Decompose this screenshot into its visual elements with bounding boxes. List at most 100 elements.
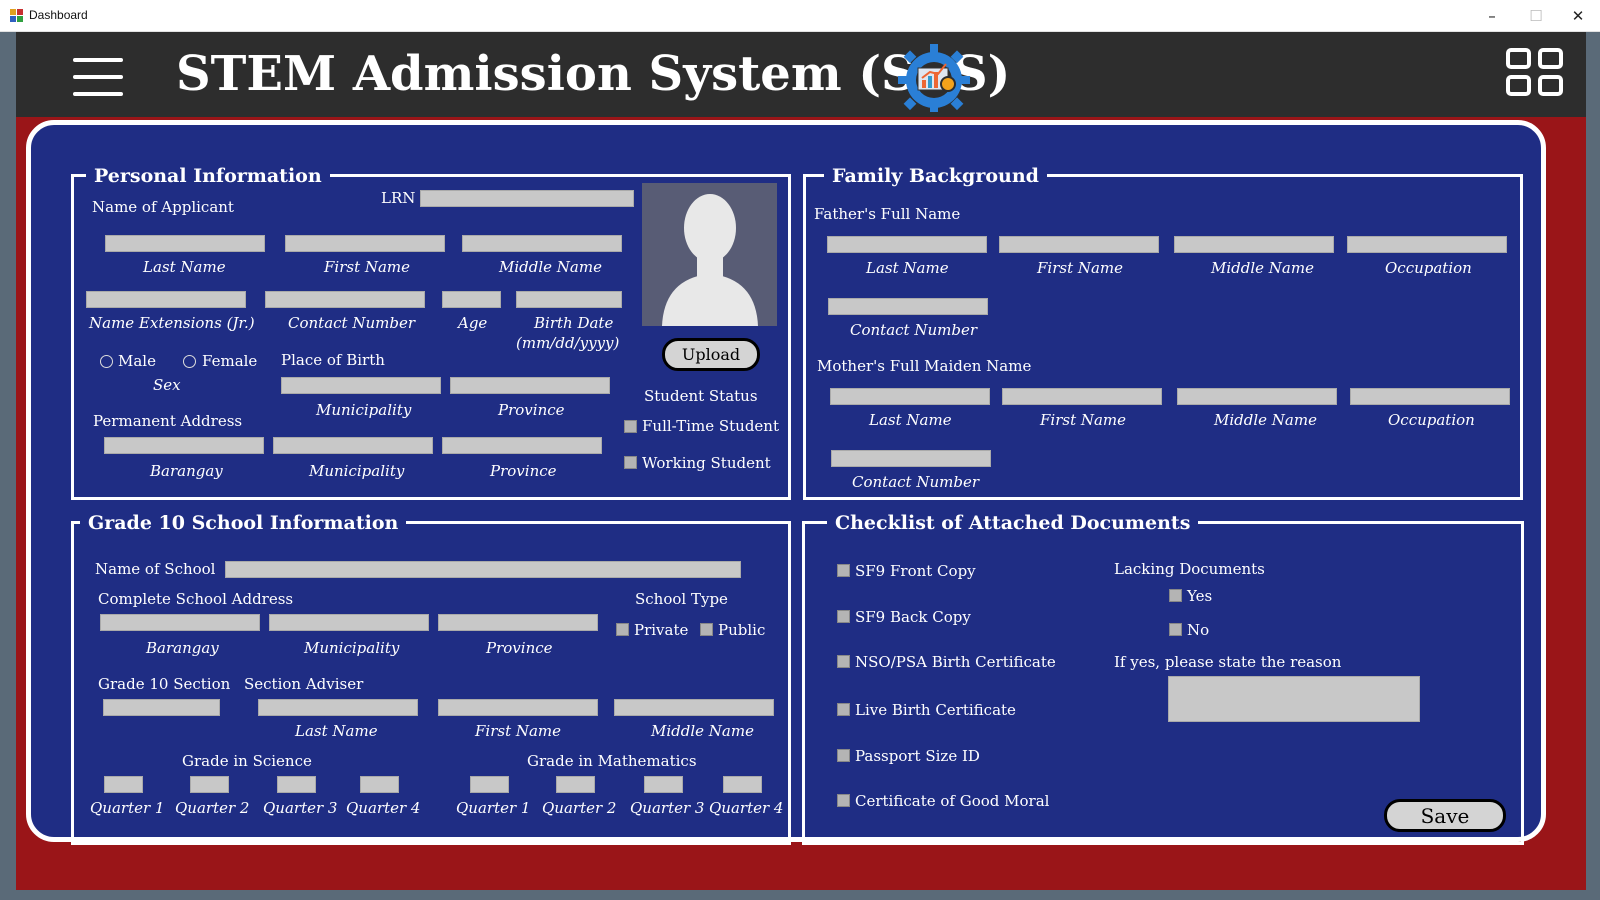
lacking-yes-checkbox[interactable]	[1169, 589, 1182, 602]
address-barangay-input[interactable]	[104, 437, 264, 454]
address-province-input[interactable]	[442, 437, 602, 454]
grade10-section-input[interactable]	[103, 699, 220, 716]
sf9-back-copy-label: SF9 Back Copy	[855, 608, 971, 626]
address-municipality-input[interactable]	[273, 437, 433, 454]
full-time-student-checkbox[interactable]	[624, 420, 637, 433]
lacking-yes-label: Yes	[1187, 587, 1213, 605]
birth-date-input[interactable]	[516, 291, 622, 308]
adviser-middle-name-input[interactable]	[614, 699, 774, 716]
mother-occupation-caption: Occupation	[1388, 411, 1475, 429]
good-moral-checkbox[interactable]	[837, 794, 850, 807]
public-checkbox[interactable]	[700, 623, 713, 636]
minimize-button[interactable]: –	[1470, 2, 1514, 30]
lacking-no-label: No	[1187, 621, 1210, 639]
app-icon	[10, 9, 23, 22]
name-extension-input[interactable]	[86, 291, 246, 308]
applicant-contact-input[interactable]	[265, 291, 425, 308]
sf9-back-copy-checkbox[interactable]	[837, 610, 850, 623]
name-of-school-input[interactable]	[225, 561, 741, 578]
school-province-input[interactable]	[438, 614, 598, 631]
school-barangay-input[interactable]	[100, 614, 260, 631]
science-q1-input[interactable]	[104, 776, 143, 793]
good-moral-label: Certificate of Good Moral	[855, 792, 1050, 810]
math-quarter-3-caption: Quarter 3	[630, 799, 705, 817]
private-checkbox[interactable]	[616, 623, 629, 636]
math-q1-input[interactable]	[470, 776, 509, 793]
female-radio[interactable]	[183, 355, 196, 368]
adviser-last-name-input[interactable]	[258, 699, 418, 716]
mother-contact-caption: Contact Number	[852, 473, 979, 491]
hamburger-menu-icon[interactable]	[73, 58, 123, 96]
address-province-caption: Province	[490, 462, 557, 480]
age-caption: Age	[458, 314, 488, 332]
maximize-button[interactable]: ☐	[1514, 2, 1558, 30]
student-status-label: Student Status	[644, 387, 758, 405]
birth-date-caption: Birth Date	[534, 314, 614, 332]
name-extension-caption: Name Extensions (Jr.)	[89, 314, 255, 332]
science-q4-input[interactable]	[360, 776, 399, 793]
mother-last-name-input[interactable]	[830, 388, 990, 405]
birth-province-input[interactable]	[450, 377, 610, 394]
mother-occupation-input[interactable]	[1350, 388, 1510, 405]
father-last-name-input[interactable]	[827, 236, 987, 253]
upload-button[interactable]: Upload	[662, 338, 760, 371]
math-quarter-1-caption: Quarter 1	[456, 799, 531, 817]
birth-certificate-checkbox[interactable]	[837, 655, 850, 668]
science-quarter-3-caption: Quarter 3	[263, 799, 338, 817]
age-input[interactable]	[442, 291, 501, 308]
passport-size-id-checkbox[interactable]	[837, 749, 850, 762]
school-municipality-input[interactable]	[269, 614, 429, 631]
close-button[interactable]: ✕	[1556, 2, 1600, 30]
math-quarter-2-caption: Quarter 2	[542, 799, 617, 817]
app-header: STEM Admission System (SAS)	[16, 32, 1586, 117]
reason-textarea[interactable]	[1168, 676, 1420, 722]
grid-apps-icon[interactable]	[1506, 48, 1564, 98]
math-q2-input[interactable]	[556, 776, 595, 793]
save-button[interactable]: Save	[1384, 799, 1506, 832]
applicant-middle-name-input[interactable]	[462, 235, 622, 252]
mother-middle-name-input[interactable]	[1177, 388, 1337, 405]
mother-middle-name-caption: Middle Name	[1214, 411, 1317, 429]
grade10-section-label: Grade 10 Section	[98, 675, 231, 693]
address-barangay-caption: Barangay	[150, 462, 223, 480]
father-middle-name-caption: Middle Name	[1211, 259, 1314, 277]
lrn-input[interactable]	[420, 190, 634, 207]
math-q3-input[interactable]	[644, 776, 683, 793]
lrn-label: LRN	[381, 189, 416, 207]
male-radio[interactable]	[100, 355, 113, 368]
school-barangay-caption: Barangay	[146, 639, 219, 657]
lacking-no-checkbox[interactable]	[1169, 623, 1182, 636]
grade-in-science-label: Grade in Science	[182, 752, 312, 770]
father-first-name-input[interactable]	[999, 236, 1159, 253]
father-contact-input[interactable]	[828, 298, 988, 315]
app-title: STEM Admission System (SAS)	[176, 46, 1011, 102]
mother-first-name-caption: First Name	[1040, 411, 1127, 429]
adviser-middle-name-caption: Middle Name	[651, 722, 754, 740]
father-occupation-input[interactable]	[1347, 236, 1507, 253]
science-q3-input[interactable]	[277, 776, 316, 793]
adviser-first-name-input[interactable]	[438, 699, 598, 716]
father-contact-caption: Contact Number	[850, 321, 977, 339]
father-middle-name-input[interactable]	[1174, 236, 1334, 253]
mother-contact-input[interactable]	[831, 450, 991, 467]
applicant-last-name-input[interactable]	[105, 235, 265, 252]
science-quarter-4-caption: Quarter 4	[346, 799, 421, 817]
live-birth-certificate-checkbox[interactable]	[837, 703, 850, 716]
applicant-contact-caption: Contact Number	[288, 314, 415, 332]
working-student-checkbox[interactable]	[624, 456, 637, 469]
school-municipality-caption: Municipality	[304, 639, 400, 657]
name-of-applicant-label: Name of Applicant	[92, 198, 234, 216]
birth-municipality-input[interactable]	[281, 377, 441, 394]
sex-caption: Sex	[153, 376, 181, 394]
gear-chart-logo-icon	[898, 44, 970, 112]
science-q2-input[interactable]	[190, 776, 229, 793]
window-titlebar: Dashboard – ☐ ✕	[0, 0, 1600, 32]
complete-school-address-label: Complete School Address	[98, 590, 294, 608]
full-time-student-label: Full-Time Student	[642, 417, 779, 435]
applicant-first-name-input[interactable]	[285, 235, 445, 252]
male-label: Male	[118, 352, 156, 370]
passport-size-id-label: Passport Size ID	[855, 747, 980, 765]
mother-first-name-input[interactable]	[1002, 388, 1162, 405]
sf9-front-copy-checkbox[interactable]	[837, 564, 850, 577]
math-q4-input[interactable]	[723, 776, 762, 793]
